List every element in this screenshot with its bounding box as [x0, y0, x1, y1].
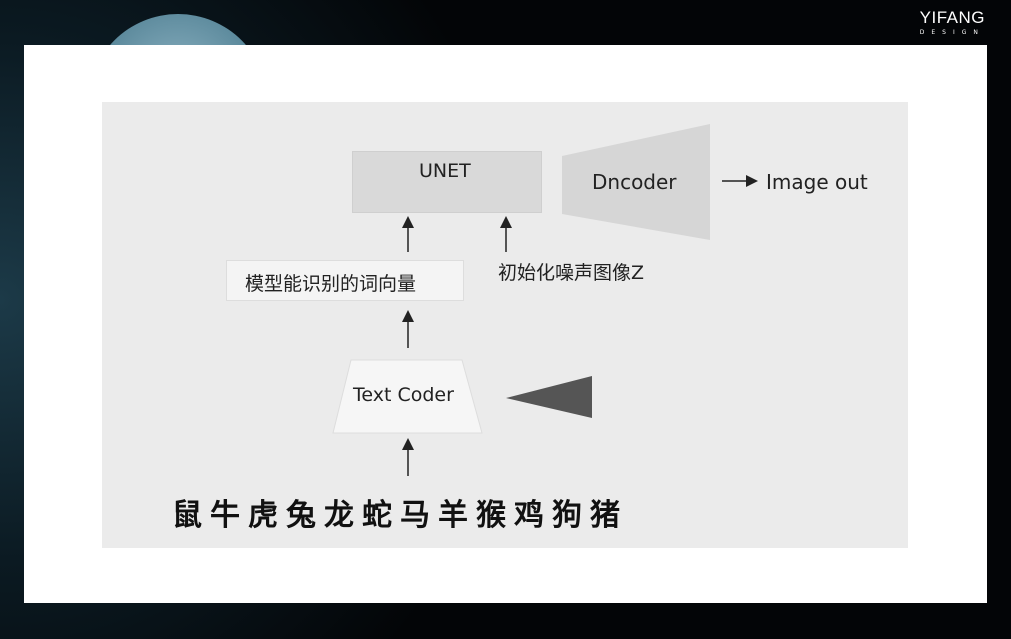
word-vectors-box: 模型能识别的词向量 — [226, 260, 464, 301]
big-arrow-icon — [506, 376, 592, 418]
decoder-box: Dncoder — [560, 122, 712, 242]
unet-label: UNET — [419, 160, 471, 182]
input-words: 鼠牛虎兔龙蛇马羊猴鸡狗猪 — [172, 498, 628, 533]
text-coder-box: Text Coder — [333, 360, 482, 433]
decoder-label: Dncoder — [592, 170, 677, 194]
unet-box: UNET — [352, 151, 542, 213]
noise-label: 初始化噪声图像Z — [498, 262, 645, 284]
word-vectors-label: 模型能识别的词向量 — [245, 273, 417, 295]
output-label: Image out — [766, 170, 868, 194]
brand-tagline: DESIGN — [919, 29, 985, 36]
brand-logo: YIFANG DESIGN — [920, 8, 985, 36]
brand-name: YIFANG — [919, 8, 985, 27]
text-coder-label: Text Coder — [353, 384, 454, 406]
diagram: UNET Dncoder Image out 初始化噪声图像Z 模型能识别的词向… — [102, 102, 908, 548]
